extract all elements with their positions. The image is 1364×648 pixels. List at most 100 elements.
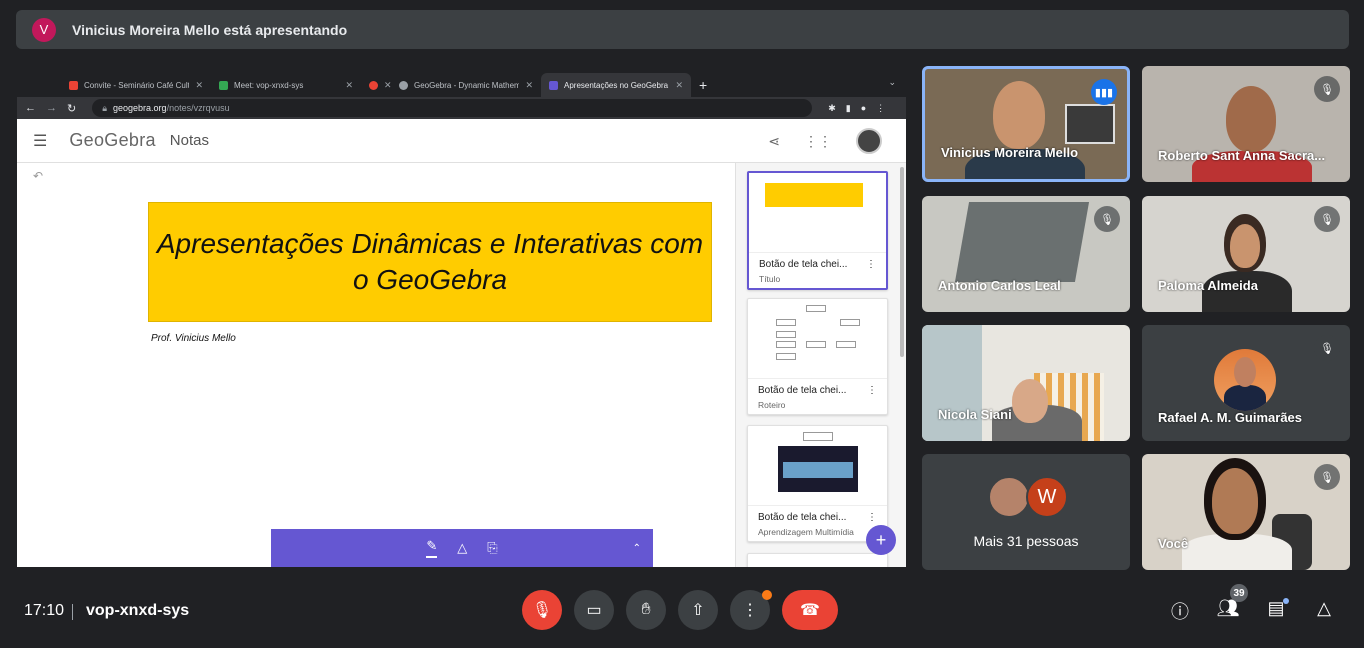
scrollbar[interactable] [900, 167, 904, 357]
browser-tab-active[interactable]: Apresentações no GeoGebra ✕ [541, 73, 691, 97]
more-options-button[interactable]: ⋮ [730, 590, 772, 630]
hang-up-icon: ☎︎ [800, 602, 820, 619]
page-card[interactable]: Botão de tela chei... ⋮ Aprendizagem Mult… [747, 425, 888, 542]
page-card[interactable]: Botão de tela chei... ⋮ Título [747, 171, 888, 290]
meeting-code: vop-xnxd-sys [86, 602, 190, 619]
kebab-menu-icon[interactable]: ⋮ [876, 103, 885, 114]
browser-tab[interactable]: Convite - Seminário Café Cultu ✕ [61, 73, 211, 97]
chat-notification-dot [1283, 598, 1289, 604]
user-avatar[interactable] [856, 128, 882, 154]
geogebra-notes-icon [549, 80, 558, 90]
slide-canvas: ↶ Apresentações Dinâmicas e Interativas … [17, 163, 735, 567]
kebab-menu-icon[interactable]: ⋮ [867, 385, 877, 396]
meeting-controls-bar: 17:10 vop-xnxd-sys 🎙︎ ▭ ✋︎ ⇧ ⋮ ☎︎ ⓘ 👥︎ 3… [0, 580, 1364, 648]
share-icon[interactable]: ⋖ [768, 133, 780, 150]
page-card[interactable]: Botão de tela chei... ⋮ Roteiro [747, 298, 888, 415]
geogebra-icon [399, 80, 408, 90]
microphone-toggle-button[interactable]: 🎙︎ [522, 590, 562, 630]
participant-avatar: W [1026, 476, 1068, 518]
presenter-avatar: V [32, 17, 56, 42]
apps-grid-icon[interactable]: ⋮⋮ [804, 133, 832, 150]
undo-icon[interactable]: ↶ [33, 169, 43, 183]
close-icon[interactable]: ✕ [384, 80, 391, 91]
back-icon[interactable]: ← [25, 102, 36, 114]
participant-tile[interactable]: 🎙︎ Antonio Carlos Leal [922, 196, 1130, 312]
attach-tool-icon[interactable]: ⎘ [487, 540, 497, 556]
more-participants-tile[interactable]: W Mais 31 pessoas [922, 454, 1130, 570]
camera-toggle-button[interactable]: ▭ [574, 590, 614, 630]
kebab-menu-icon[interactable]: ⋮ [867, 512, 877, 523]
chevron-down-icon[interactable]: ⌄ [888, 77, 896, 88]
participant-tile[interactable]: 🎙︎ Paloma Almeida [1142, 196, 1350, 312]
people-count-badge: 39 [1230, 584, 1248, 602]
participant-tile[interactable]: 🎙︎ Rafael A. M. Guimarães [1142, 325, 1350, 441]
participant-tile[interactable]: Nicola Siani [922, 325, 1130, 441]
leave-call-button[interactable]: ☎︎ [782, 590, 838, 630]
lock-icon: 🔒︎ [102, 102, 108, 113]
mic-off-icon: 🎙︎ [1314, 335, 1340, 361]
page-thumbnail [748, 299, 887, 379]
pen-tool-icon[interactable]: ✎ [426, 538, 438, 558]
browser-tab[interactable]: Meet: vop-xnxd-sys ✕ [211, 73, 361, 97]
browser-tab[interactable]: ✕ [361, 73, 391, 97]
add-page-button[interactable]: + [866, 525, 896, 555]
notification-dot [762, 590, 772, 600]
pages-panel: Botão de tela chei... ⋮ Título Botão de t… [735, 163, 906, 567]
meet-icon [219, 80, 228, 90]
extensions-icon[interactable]: ✱ [828, 103, 836, 114]
participant-tile-self[interactable]: 🎙︎ Você [1142, 454, 1350, 570]
browser-tab[interactable]: GeoGebra - Dynamic Mathemat ✕ [391, 73, 541, 97]
slide-title: Apresentações Dinâmicas e Interativas co… [156, 227, 704, 295]
recording-icon [369, 80, 378, 90]
participant-tile[interactable]: 🎙︎ Roberto Sant Anna Sacra... [1142, 66, 1350, 182]
address-bar-row: ← → ↻ 🔒︎ geogebra.org/notes/vzrqvusu ✱ ▮… [17, 97, 906, 119]
profile-icon[interactable]: ● [861, 103, 866, 114]
chevron-up-icon[interactable]: ⌃ [633, 543, 641, 554]
geogebra-logo: GeoGebra [69, 130, 156, 150]
activities-icon[interactable]: △ [1312, 598, 1336, 619]
mic-off-icon: 🎙︎ [1314, 206, 1340, 232]
slide-title-box: Apresentações Dinâmicas e Interativas co… [148, 202, 712, 322]
gmail-icon [69, 80, 78, 90]
info-icon[interactable]: ⓘ [1168, 598, 1192, 624]
slide-author: Prof. Vinicius Mello [151, 333, 236, 344]
speaking-icon: ▮▮▮ [1091, 79, 1117, 105]
browser-tabbar: Convite - Seminário Café Cultu ✕ Meet: v… [17, 67, 906, 97]
clock: 17:10 [24, 602, 65, 619]
participant-name: Paloma Almeida [1158, 278, 1258, 293]
hamburger-menu-icon[interactable]: ☰ [33, 131, 47, 151]
presenting-banner: V Vinicius Moreira Mello está apresentan… [16, 10, 1349, 49]
divider [72, 604, 73, 620]
new-tab-button[interactable]: + [691, 77, 715, 97]
hand-icon: ✋︎ [641, 601, 651, 618]
participant-tile[interactable]: ▮▮▮ Vinicius Moreira Mello [922, 66, 1130, 182]
mic-off-icon: 🎙︎ [1314, 464, 1340, 490]
close-icon[interactable]: ✕ [525, 80, 533, 91]
mic-off-icon: 🎙︎ [1314, 76, 1340, 102]
present-screen-button[interactable]: ⇧ [678, 590, 718, 630]
participant-avatar [1214, 349, 1276, 411]
reload-icon[interactable]: ↻ [67, 102, 76, 115]
geogebra-header: ☰ GeoGebra Notas ⋖ ⋮⋮ [17, 119, 906, 163]
participant-name: Rafael A. M. Guimarães [1158, 410, 1303, 425]
app-name: Notas [169, 132, 209, 149]
page-card[interactable] [747, 553, 888, 567]
url-field[interactable]: 🔒︎ geogebra.org/notes/vzrqvusu [92, 99, 813, 117]
kebab-menu-icon[interactable]: ⋮ [866, 259, 876, 270]
shapes-tool-icon[interactable]: △ [457, 540, 467, 556]
shared-screen: Convite - Seminário Café Cultu ✕ Meet: v… [17, 67, 906, 567]
participant-name: Vinicius Moreira Mello [941, 145, 1079, 160]
page-thumbnail [749, 173, 886, 253]
mic-off-icon: 🎙︎ [531, 602, 553, 619]
close-icon[interactable]: ✕ [195, 80, 203, 91]
close-icon[interactable]: ✕ [675, 80, 683, 91]
sidebar-icon[interactable]: ▮ [846, 103, 851, 114]
raise-hand-button[interactable]: ✋︎ [626, 590, 666, 630]
close-icon[interactable]: ✕ [345, 80, 353, 91]
participant-name: Você [1158, 536, 1189, 551]
page-thumbnail [748, 426, 887, 506]
present-icon: ⇧ [691, 602, 705, 619]
drawing-toolbar: ✎ △ ⎘ ⌃ [271, 529, 653, 567]
kebab-menu-icon: ⋮ [742, 602, 758, 619]
forward-icon[interactable]: → [46, 102, 57, 114]
